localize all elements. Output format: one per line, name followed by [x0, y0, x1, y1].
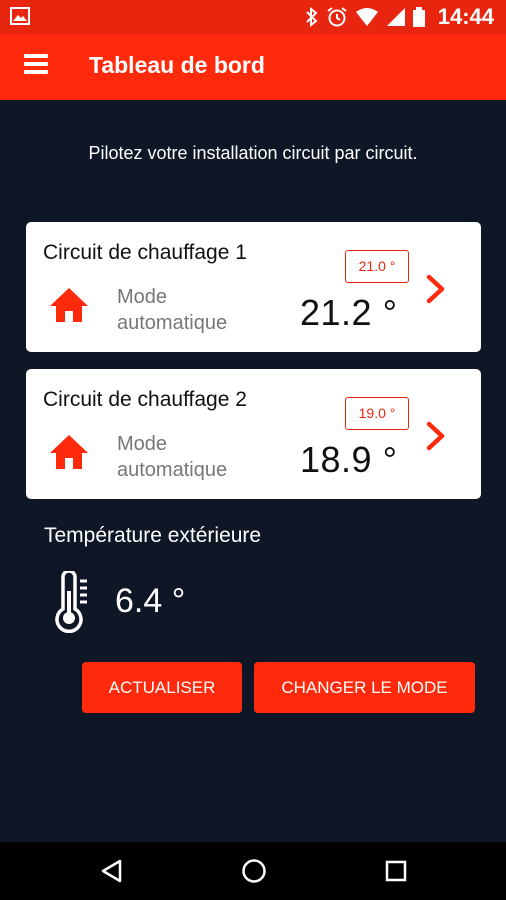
chevron-right-icon[interactable]	[424, 420, 448, 452]
home-icon	[48, 286, 90, 324]
intro-text: Pilotez votre installation circuit par c…	[88, 143, 418, 163]
circuit-mode: Mode automatique	[117, 431, 227, 483]
thermometer-icon	[52, 569, 92, 634]
circuit-title: Circuit de chauffage 1	[43, 241, 247, 264]
page-title: Tableau de bord	[89, 52, 265, 78]
home-icon	[48, 433, 90, 471]
battery-icon	[412, 7, 425, 27]
setpoint-badge: 19.0 °	[345, 397, 409, 430]
circuit-card-2[interactable]: Circuit de chauffage 2 Mode automatique …	[26, 369, 481, 499]
status-time: 14:44	[437, 4, 494, 29]
circuit-temperature: 21.2 °	[300, 292, 398, 333]
back-icon[interactable]	[99, 858, 125, 884]
system-nav-bar	[0, 842, 506, 900]
refresh-button[interactable]: ACTUALISER	[82, 662, 242, 713]
outdoor-temperature-value: 6.4 °	[115, 582, 186, 620]
app-bar: Tableau de bord	[0, 34, 506, 100]
home-circle-icon[interactable]	[241, 858, 267, 884]
circuit-temperature: 18.9 °	[300, 439, 398, 480]
mode-label: Mode	[117, 286, 168, 308]
circuit-mode: Mode automatique	[117, 284, 227, 336]
wifi-icon	[355, 7, 379, 27]
recent-apps-icon[interactable]	[383, 858, 409, 884]
status-bar: 14:44	[0, 0, 506, 34]
circuit-card-1[interactable]: Circuit de chauffage 1 Mode automatique …	[26, 222, 481, 352]
circuit-title: Circuit de chauffage 2	[43, 388, 247, 411]
change-mode-button[interactable]: CHANGER LE MODE	[254, 662, 475, 713]
hamburger-menu-icon[interactable]	[24, 54, 48, 78]
setpoint-badge: 21.0 °	[345, 250, 409, 283]
image-notification-icon	[10, 7, 30, 25]
mode-label: Mode	[117, 433, 168, 455]
chevron-right-icon[interactable]	[424, 273, 448, 305]
bluetooth-icon	[305, 7, 319, 27]
alarm-icon	[326, 6, 348, 28]
mode-value: automatique	[117, 459, 228, 481]
cell-signal-icon	[386, 7, 406, 27]
mode-value: automatique	[117, 312, 228, 334]
outdoor-temperature-label: Température extérieure	[44, 524, 262, 547]
